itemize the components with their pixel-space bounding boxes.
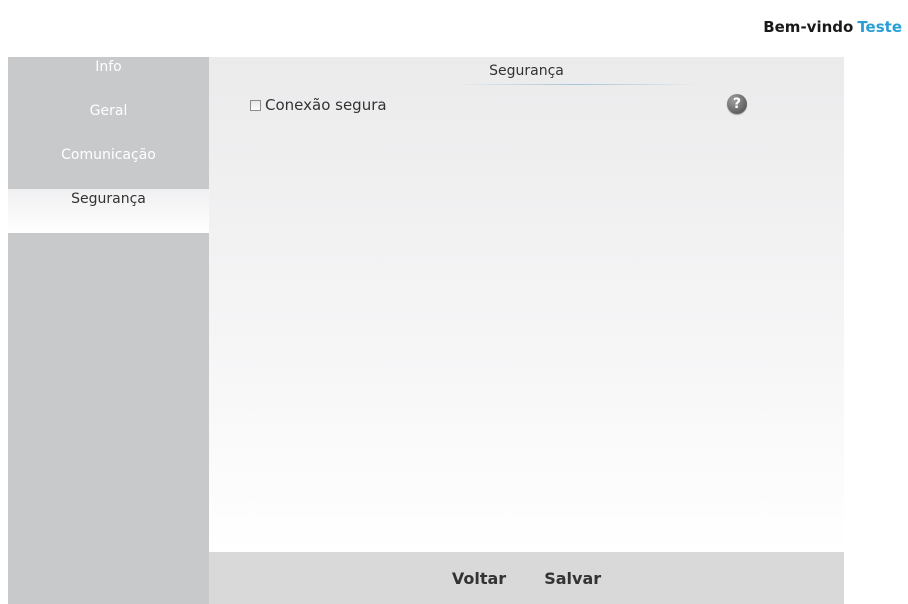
sidebar-item-label: Comunicação bbox=[61, 147, 156, 163]
secure-connection-checkbox[interactable] bbox=[250, 99, 261, 111]
title-divider bbox=[454, 84, 699, 85]
sidebar-item-label: Info bbox=[95, 59, 122, 75]
help-icon[interactable]: ? bbox=[727, 94, 747, 114]
sidebar-item-info[interactable]: Info bbox=[8, 57, 209, 101]
back-button[interactable]: Voltar bbox=[452, 569, 506, 588]
sidebar-item-seguranca[interactable]: Segurança bbox=[8, 189, 209, 233]
user-name-link[interactable]: Teste bbox=[857, 18, 902, 36]
footer-bar: Voltar Salvar bbox=[209, 552, 844, 604]
welcome-header: Bem-vindo Teste bbox=[763, 18, 902, 36]
secure-connection-label[interactable]: Conexão segura bbox=[265, 96, 387, 114]
footer-actions: Voltar Salvar bbox=[209, 552, 844, 604]
sidebar-item-label: Geral bbox=[89, 103, 128, 119]
welcome-label: Bem-vindo bbox=[763, 18, 854, 36]
save-button[interactable]: Salvar bbox=[544, 569, 601, 588]
help-icon-glyph: ? bbox=[732, 96, 742, 112]
sidebar: Info Geral Comunicação Segurança bbox=[8, 57, 209, 604]
sidebar-item-geral[interactable]: Geral bbox=[8, 101, 209, 145]
secure-connection-option: Conexão segura bbox=[250, 96, 387, 114]
section-title: Segurança bbox=[489, 63, 564, 79]
page: Bem-vindo Teste Info Geral Comunicação Se… bbox=[0, 0, 908, 604]
main-panel: Segurança Conexão segura ? bbox=[209, 57, 844, 552]
sidebar-item-comunicacao[interactable]: Comunicação bbox=[8, 145, 209, 189]
sidebar-item-label: Segurança bbox=[71, 191, 146, 207]
